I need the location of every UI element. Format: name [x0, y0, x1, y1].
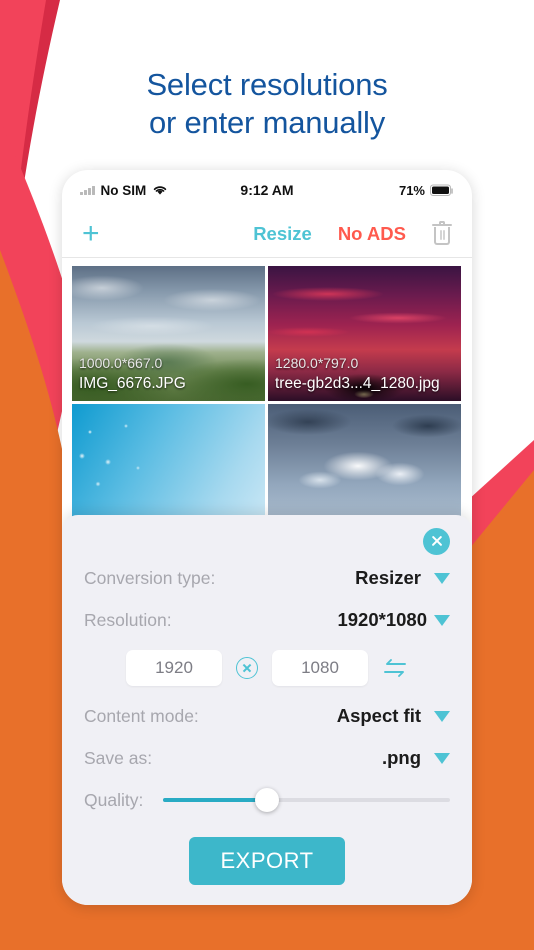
image-filename: IMG_6676.JPG [79, 375, 186, 392]
multiply-circle-icon [236, 657, 258, 679]
wifi-icon [154, 186, 167, 195]
swap-arrows-icon[interactable] [382, 657, 408, 679]
export-button[interactable]: EXPORT [189, 837, 345, 885]
export-settings-panel: Conversion type: Resizer Resolution: 192… [62, 515, 472, 905]
close-icon[interactable] [423, 527, 450, 555]
chevron-down-icon[interactable] [434, 614, 450, 626]
page-title-line-2: or enter manually [148, 105, 386, 140]
conversion-type-label: Conversion type: [84, 567, 216, 588]
phone-frame: No SIM 9:12 AM 71% + Resize No ADS 1000.… [62, 170, 472, 905]
quality-row: Quality: [84, 779, 450, 821]
gallery-item[interactable]: 1000.0*667.0 IMG_6676.JPG [72, 266, 265, 401]
carrier-label: No SIM [100, 182, 147, 198]
save-as-row[interactable]: Save as: .png [84, 737, 450, 779]
image-dimensions: 1000.0*667.0 [79, 355, 163, 371]
height-input[interactable] [272, 650, 368, 686]
save-as-label: Save as: [84, 747, 153, 768]
quality-slider[interactable] [163, 788, 450, 812]
chevron-down-icon[interactable] [434, 752, 450, 764]
status-bar-right: 71% [399, 183, 454, 198]
resolution-label: Resolution: [84, 609, 172, 630]
quality-label: Quality: [84, 789, 144, 810]
app-toolbar: + Resize No ADS [62, 210, 472, 258]
signal-bars-icon [80, 185, 95, 195]
export-row: EXPORT [84, 821, 450, 885]
slider-fill [163, 798, 267, 802]
battery-icon [430, 184, 453, 196]
status-bar: No SIM 9:12 AM 71% [62, 170, 472, 210]
screenshot-root: Select resolutions or enter manually No … [0, 0, 534, 950]
image-dimensions: 1280.0*797.0 [275, 355, 359, 371]
page-title-line-1: Select resolutions [146, 67, 388, 102]
page-title: Select resolutions or enter manually [0, 66, 534, 142]
gallery-item[interactable]: 1280.0*797.0 tree-gb2d3...4_1280.jpg [268, 266, 461, 401]
thumbnail-meta: 1280.0*797.0 tree-gb2d3...4_1280.jpg [268, 349, 461, 401]
toolbar-actions: Resize No ADS [253, 220, 452, 246]
image-filename: tree-gb2d3...4_1280.jpg [275, 375, 440, 392]
width-input[interactable] [126, 650, 222, 686]
save-as-value: .png [381, 747, 421, 768]
trash-icon[interactable] [432, 220, 452, 246]
resolution-value: 1920*1080 [337, 609, 427, 630]
content-mode-row[interactable]: Content mode: Aspect fit [84, 695, 450, 737]
content-mode-label: Content mode: [84, 705, 199, 726]
conversion-type-row[interactable]: Conversion type: Resizer [84, 557, 450, 599]
no-ads-button[interactable]: No ADS [338, 223, 406, 245]
chevron-down-icon[interactable] [434, 710, 450, 722]
chevron-down-icon[interactable] [434, 572, 450, 584]
status-bar-left: No SIM [80, 183, 168, 198]
plus-icon[interactable]: + [82, 218, 100, 249]
image-grid: 1000.0*667.0 IMG_6676.JPG 1280.0*797.0 t… [62, 258, 472, 539]
resize-button[interactable]: Resize [253, 223, 312, 245]
conversion-type-value: Resizer [355, 567, 421, 588]
slider-thumb[interactable] [254, 788, 279, 812]
content-mode-value: Aspect fit [336, 705, 421, 726]
resolution-row[interactable]: Resolution: 1920*1080 [84, 599, 450, 641]
thumbnail-meta: 1000.0*667.0 IMG_6676.JPG [72, 349, 265, 401]
dimension-inputs [84, 641, 450, 695]
panel-header [84, 525, 450, 557]
battery-percent-label: 71% [398, 182, 425, 198]
